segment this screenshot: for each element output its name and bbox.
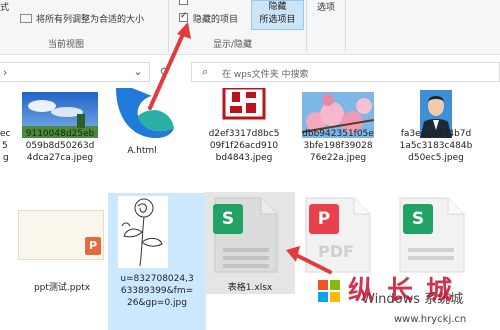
- annotation-arrow-line: [292, 252, 332, 274]
- windows-logo-icon: [318, 280, 340, 302]
- site-watermark: Windows 系统城 纵 长 城 www.hryckj.cn: [318, 272, 500, 330]
- watermark-url: www.hryckj.cn: [394, 314, 467, 325]
- annotation-arrow-head: [286, 246, 300, 262]
- annotation-arrow-line: [148, 32, 185, 110]
- watermark-brand-text: 纵 长 城: [348, 276, 455, 306]
- annotation-arrow-head: [177, 22, 191, 39]
